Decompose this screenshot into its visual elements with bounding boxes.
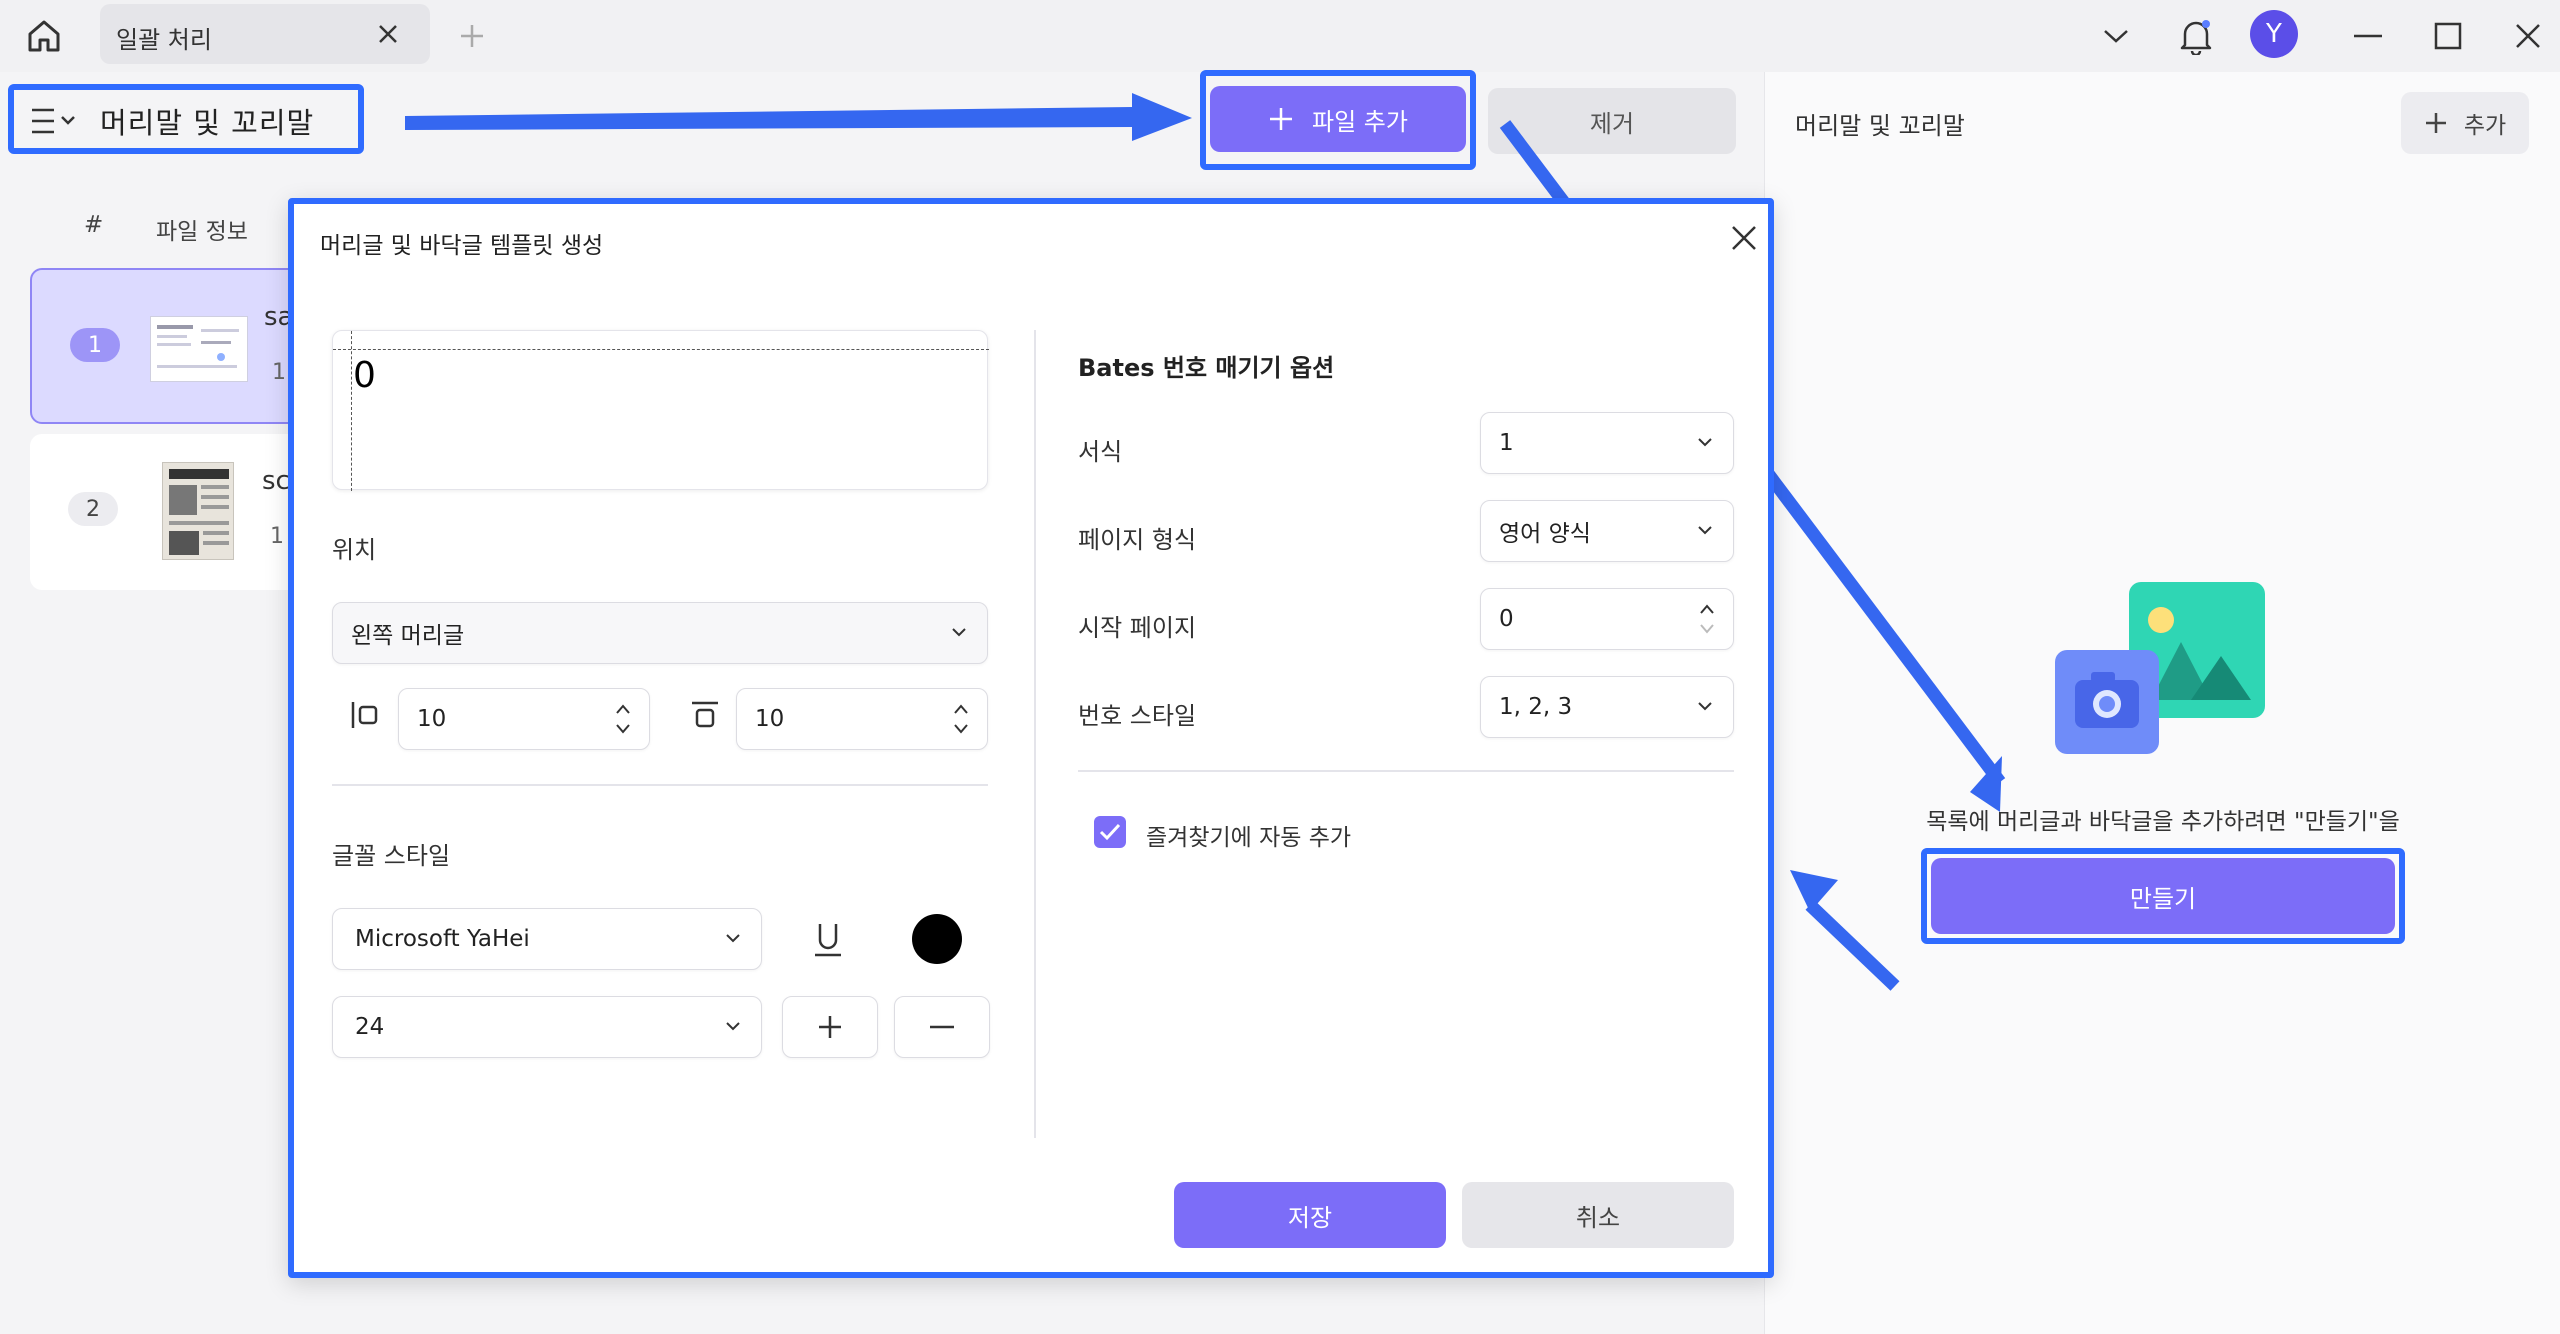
minimize-icon[interactable]: [2346, 14, 2390, 58]
chevron-down-icon: [726, 934, 740, 943]
menu-icon: [30, 106, 78, 136]
stepper-arrows-icon[interactable]: [615, 701, 631, 737]
item-index-badge: 1: [70, 328, 120, 362]
preview-margin-guide: [333, 349, 989, 350]
file-thumbnail: [150, 316, 248, 382]
file-name: sc: [262, 466, 290, 496]
avatar-letter: Y: [2266, 19, 2282, 49]
preview-margin-guide: [351, 331, 352, 491]
cancel-button[interactable]: 취소: [1462, 1182, 1734, 1248]
file-thumbnail: [162, 462, 234, 560]
add-template-button[interactable]: 추가: [2401, 92, 2529, 154]
list-item[interactable]: 1 sa 1: [30, 268, 300, 424]
create-button[interactable]: 만들기: [1931, 858, 2395, 934]
divider: [332, 784, 988, 786]
position-label: 위치: [332, 536, 377, 564]
bates-title: Bates 번호 매기기 옵션: [1078, 354, 1335, 382]
column-info-header: 파일 정보: [156, 219, 248, 245]
underline-icon[interactable]: [804, 916, 852, 964]
increase-font-button[interactable]: [782, 996, 878, 1058]
column-index-header: #: [84, 212, 104, 238]
remove-label: 제거: [1589, 109, 1635, 138]
save-button[interactable]: 저장: [1174, 1182, 1446, 1248]
number-style-label: 번호 스타일: [1078, 702, 1197, 730]
bell-icon[interactable]: [2172, 10, 2220, 62]
vertical-margin-icon: [690, 700, 720, 730]
file-meta: 1: [272, 360, 286, 385]
preview-box: 0: [332, 330, 989, 491]
vertical-margin-value: 10: [755, 706, 785, 732]
minus-icon: [930, 1025, 954, 1029]
close-window-icon[interactable]: [2506, 14, 2550, 58]
font-family-value: Microsoft YaHei: [355, 926, 530, 952]
close-dialog-icon[interactable]: [1724, 218, 1764, 258]
tab-batch-process[interactable]: 일괄 처리: [100, 4, 430, 64]
add-file-label: 파일 추가: [1312, 107, 1408, 136]
font-size-select[interactable]: 24: [332, 996, 762, 1058]
new-tab-icon[interactable]: [452, 16, 492, 56]
font-color-swatch[interactable]: [912, 914, 962, 964]
page-format-label: 페이지 형식: [1078, 526, 1197, 554]
auto-favorite-checkbox[interactable]: [1094, 816, 1126, 848]
template-dialog: 머리글 및 바닥글 템플릿 생성 0 위치 왼쪽 머리글 10 10 글꼴 스타…: [288, 198, 1774, 1278]
stepper-arrows-icon[interactable]: [1699, 601, 1715, 637]
format-select[interactable]: 1: [1480, 412, 1734, 474]
chevron-down-icon[interactable]: [2094, 14, 2138, 58]
chevron-down-icon: [1698, 702, 1712, 711]
font-size-value: 24: [355, 1014, 385, 1040]
empty-state-message: 목록에 머리글과 바닥글을 추가하려면 "만들기"을: [1926, 809, 2400, 835]
font-family-select[interactable]: Microsoft YaHei: [332, 908, 762, 970]
preview-text: 0: [353, 355, 376, 396]
chevron-down-icon: [1698, 526, 1712, 535]
add-template-label: 추가: [2463, 113, 2507, 139]
plus-icon: [819, 1016, 841, 1038]
file-meta: 1: [270, 524, 284, 549]
chevron-down-icon: [952, 628, 966, 637]
cancel-label: 취소: [1575, 1203, 1621, 1232]
horizontal-margin-value: 10: [417, 706, 447, 732]
panel-title: 머리말 및 꼬리말: [1795, 112, 1965, 140]
decrease-font-button[interactable]: [894, 996, 990, 1058]
number-style-select[interactable]: 1, 2, 3: [1480, 676, 1734, 738]
column-divider: [1034, 330, 1036, 1138]
create-label: 만들기: [2129, 884, 2197, 913]
start-page-value: 0: [1499, 606, 1514, 632]
item-index-badge: 2: [68, 492, 118, 526]
horizontal-margin-stepper[interactable]: 10: [398, 688, 650, 750]
format-label: 서식: [1078, 438, 1123, 466]
empty-state-illustration: [2051, 580, 2271, 760]
start-page-label: 시작 페이지: [1078, 614, 1197, 642]
tab-label: 일괄 처리: [116, 26, 212, 54]
font-style-label: 글꼴 스타일: [332, 842, 451, 870]
vertical-margin-stepper[interactable]: 10: [736, 688, 988, 750]
horizontal-margin-icon: [350, 700, 380, 730]
save-label: 저장: [1287, 1203, 1333, 1232]
checkmark-icon: [1099, 823, 1121, 841]
page-format-select[interactable]: 영어 양식: [1480, 500, 1734, 562]
plus-icon: [2425, 113, 2446, 133]
close-tab-icon[interactable]: [372, 18, 404, 50]
dialog-title: 머리글 및 바닥글 템플릿 생성: [320, 233, 604, 259]
chevron-down-icon: [1698, 438, 1712, 447]
page-format-value: 영어 양식: [1499, 521, 1591, 547]
position-value: 왼쪽 머리글: [351, 623, 465, 649]
stepper-arrows-icon[interactable]: [953, 701, 969, 737]
maximize-icon[interactable]: [2426, 14, 2470, 58]
home-icon[interactable]: [20, 12, 68, 60]
list-item[interactable]: 2 sc 1: [30, 434, 300, 590]
add-file-button[interactable]: 파일 추가: [1210, 86, 1466, 152]
start-page-stepper[interactable]: 0: [1480, 588, 1734, 650]
template-panel: 머리말 및 꼬리말 추가 목록에 머리글과 바닥글을 추가하려면 "만들기"을 …: [1764, 72, 2560, 1334]
avatar[interactable]: Y: [2250, 10, 2298, 58]
chevron-down-icon: [726, 1022, 740, 1031]
tool-label: 머리말 및 꼬리말: [100, 106, 315, 140]
auto-favorite-label: 즐겨찾기에 자동 추가: [1146, 825, 1352, 851]
divider: [1078, 770, 1734, 772]
plus-icon: [1270, 108, 1293, 130]
title-bar: 일괄 처리 Y: [0, 0, 2560, 72]
number-style-value: 1, 2, 3: [1499, 694, 1573, 720]
position-select[interactable]: 왼쪽 머리글: [332, 602, 988, 664]
format-value: 1: [1499, 430, 1514, 456]
remove-button[interactable]: 제거: [1488, 88, 1736, 154]
